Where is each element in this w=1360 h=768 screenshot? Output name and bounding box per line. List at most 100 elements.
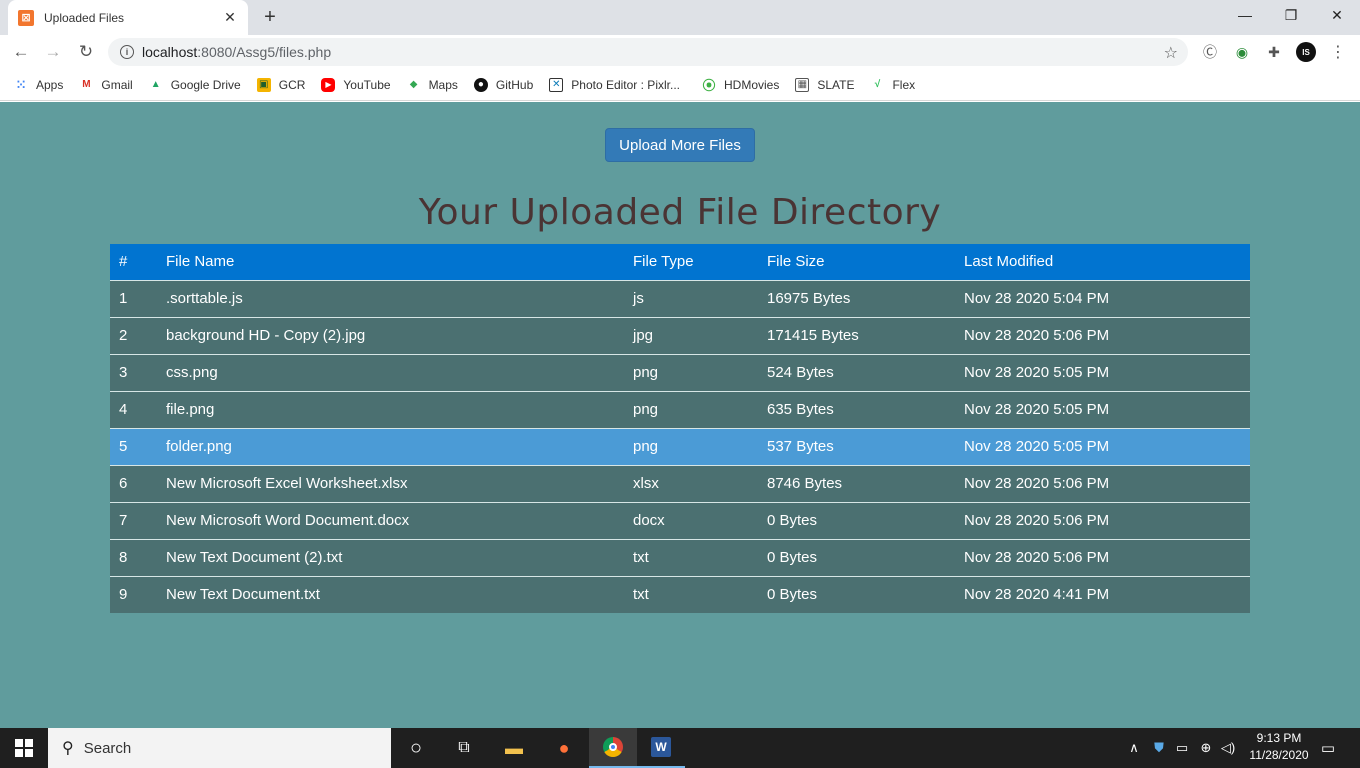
cell-file-type: docx [633, 501, 767, 539]
file-explorer-icon[interactable]: ▬ [490, 728, 538, 768]
tab-strip: ⊠ Uploaded Files ✕ + — ❐ ✕ [0, 0, 1360, 35]
info-icon[interactable]: i [120, 45, 134, 59]
page-content: Upload More Files Your Uploaded File Dir… [0, 102, 1360, 728]
clock-date: 11/28/2020 [1249, 748, 1309, 762]
cell-file-name: New Microsoft Word Document.docx [166, 501, 633, 539]
maps-icon: ◆ [409, 79, 418, 90]
column-header-index[interactable]: # [110, 244, 166, 280]
cell-file-name: css.png [166, 353, 633, 391]
column-header-file-type[interactable]: File Type [633, 244, 767, 280]
cell-file-type: png [633, 427, 767, 465]
slate-icon: ▦ [795, 77, 810, 92]
column-header-last-modified[interactable]: Last Modified [964, 244, 1250, 280]
column-header-file-name[interactable]: File Name [166, 244, 633, 280]
new-tab-button[interactable]: + [258, 6, 282, 28]
bookmark-hdmovies[interactable]: ⦿ HDMovies [702, 78, 779, 94]
profile-avatar[interactable]: IS [1296, 42, 1316, 62]
cell-file-size: 635 Bytes [767, 390, 964, 428]
pixlr-icon: ✕ [549, 77, 564, 92]
column-header-file-size[interactable]: File Size [767, 244, 964, 280]
table-row[interactable]: 7 New Microsoft Word Document.docx docx … [110, 501, 1250, 539]
cell-last-modified: Nov 28 2020 5:05 PM [964, 353, 1250, 391]
table-row[interactable]: 1 .sorttable.js js 16975 Bytes Nov 28 20… [110, 279, 1250, 317]
volume-icon[interactable]: ◁) [1219, 728, 1237, 768]
system-clock[interactable]: 9:13 PM 11/28/2020 [1240, 730, 1318, 766]
chrome-icon[interactable] [589, 728, 637, 768]
cell-last-modified: Nov 28 2020 4:41 PM [964, 575, 1250, 613]
cell-file-type: xlsx [633, 464, 767, 502]
cell-index: 1 [110, 279, 166, 317]
close-tab-icon[interactable]: ✕ [222, 9, 238, 26]
cell-file-type: txt [633, 575, 767, 613]
bookmark-github[interactable]: ● GitHub [473, 77, 533, 92]
firefox-icon[interactable]: ● [540, 728, 588, 768]
forward-button[interactable]: → [40, 39, 66, 65]
table-row[interactable]: 3 css.png png 524 Bytes Nov 28 2020 5:05… [110, 353, 1250, 391]
extension-globe-icon[interactable]: ◉ [1232, 42, 1252, 62]
table-row[interactable]: 4 file.png png 635 Bytes Nov 28 2020 5:0… [110, 390, 1250, 428]
apps-grid-icon: ⁙ [15, 77, 27, 92]
cell-file-name: file.png [166, 390, 633, 428]
table-header-row: # File Name File Type File Size Last Mod… [110, 244, 1250, 280]
cell-last-modified: Nov 28 2020 5:06 PM [964, 538, 1250, 576]
word-icon[interactable]: W [637, 728, 685, 768]
task-view-icon[interactable]: ⧉ [440, 728, 488, 768]
cell-file-size: 8746 Bytes [767, 464, 964, 502]
table-row[interactable]: 6 New Microsoft Excel Worksheet.xlsx xls… [110, 464, 1250, 502]
bookmark-maps[interactable]: ◆ Maps [407, 78, 458, 92]
back-button[interactable]: ← [8, 39, 34, 65]
bookmark-flex[interactable]: √ Flex [870, 78, 915, 92]
bookmark-gcr[interactable]: ▣ GCR [256, 77, 305, 92]
windows-logo-icon [15, 739, 33, 757]
close-window-button[interactable]: ✕ [1314, 0, 1360, 30]
cell-index: 5 [110, 427, 166, 465]
cell-index: 9 [110, 575, 166, 613]
google-classroom-icon: ▣ [256, 77, 271, 92]
bookmark-pixlr[interactable]: ✕ Photo Editor : Pixlr... [549, 77, 680, 92]
tab-title: Uploaded Files [44, 10, 125, 25]
cell-file-size: 0 Bytes [767, 575, 964, 613]
extensions-puzzle-icon[interactable]: ✚ [1264, 42, 1284, 62]
cell-index: 6 [110, 464, 166, 502]
battery-icon[interactable]: ▭ [1173, 728, 1191, 768]
hdmovies-icon: ⦿ [702, 78, 716, 93]
cell-index: 2 [110, 316, 166, 354]
upload-more-files-button[interactable]: Upload More Files [605, 128, 755, 162]
minimize-button[interactable]: — [1222, 0, 1268, 30]
cell-file-size: 0 Bytes [767, 538, 964, 576]
network-globe-icon[interactable]: ⊕ [1196, 728, 1216, 768]
bookmark-gmail[interactable]: M Gmail [79, 78, 133, 92]
bookmark-youtube[interactable]: ▶ YouTube [321, 77, 391, 92]
notifications-icon[interactable]: ▭ [1316, 728, 1340, 768]
security-shield-icon[interactable]: ⛊ [1150, 728, 1168, 768]
cell-file-type: png [633, 390, 767, 428]
reload-button[interactable]: ↻ [73, 39, 99, 65]
bookmark-google-drive[interactable]: ▲ Google Drive [149, 78, 241, 92]
restore-button[interactable]: ❐ [1268, 0, 1314, 30]
table-row[interactable]: 2 background HD - Copy (2).jpg jpg 17141… [110, 316, 1250, 354]
address-bar[interactable]: i localhost:8080/Assg5/files.php ☆ [108, 38, 1188, 66]
cell-file-name: New Microsoft Excel Worksheet.xlsx [166, 464, 633, 502]
table-row-highlighted[interactable]: 5 folder.png png 537 Bytes Nov 28 2020 5… [110, 427, 1250, 465]
bookmark-slate[interactable]: ▦ SLATE [795, 77, 854, 92]
browser-toolbar: ← → ↻ i localhost:8080/Assg5/files.php ☆… [0, 35, 1360, 69]
bookmark-star-icon[interactable]: ☆ [1164, 43, 1178, 63]
menu-kebab-icon[interactable]: ⋮ [1328, 42, 1348, 62]
taskbar-search-box[interactable]: ⚲ Search [48, 728, 391, 768]
table-row[interactable]: 8 New Text Document (2).txt txt 0 Bytes … [110, 538, 1250, 576]
chevron-up-icon[interactable]: ∧ [1126, 728, 1142, 768]
browser-tab[interactable]: ⊠ Uploaded Files ✕ [8, 0, 248, 35]
table-row[interactable]: 9 New Text Document.txt txt 0 Bytes Nov … [110, 575, 1250, 613]
cell-file-name: .sorttable.js [166, 279, 633, 317]
extension-icon[interactable]: Ⓒ [1200, 42, 1220, 62]
cell-index: 7 [110, 501, 166, 539]
start-button[interactable] [0, 728, 48, 768]
taskbar: ⚲ Search ○ ⧉ ▬ ● W ∧ ⛊ ▭ ⊕ ◁) 9:13 PM 11… [0, 728, 1360, 768]
bookmark-apps[interactable]: ⁙ Apps [14, 78, 63, 92]
cell-file-size: 537 Bytes [767, 427, 964, 465]
cell-last-modified: Nov 28 2020 5:04 PM [964, 279, 1250, 317]
cortana-icon[interactable]: ○ [392, 728, 440, 768]
search-icon: ⚲ [62, 740, 74, 757]
github-icon: ● [473, 77, 488, 92]
flex-icon: √ [874, 79, 881, 90]
